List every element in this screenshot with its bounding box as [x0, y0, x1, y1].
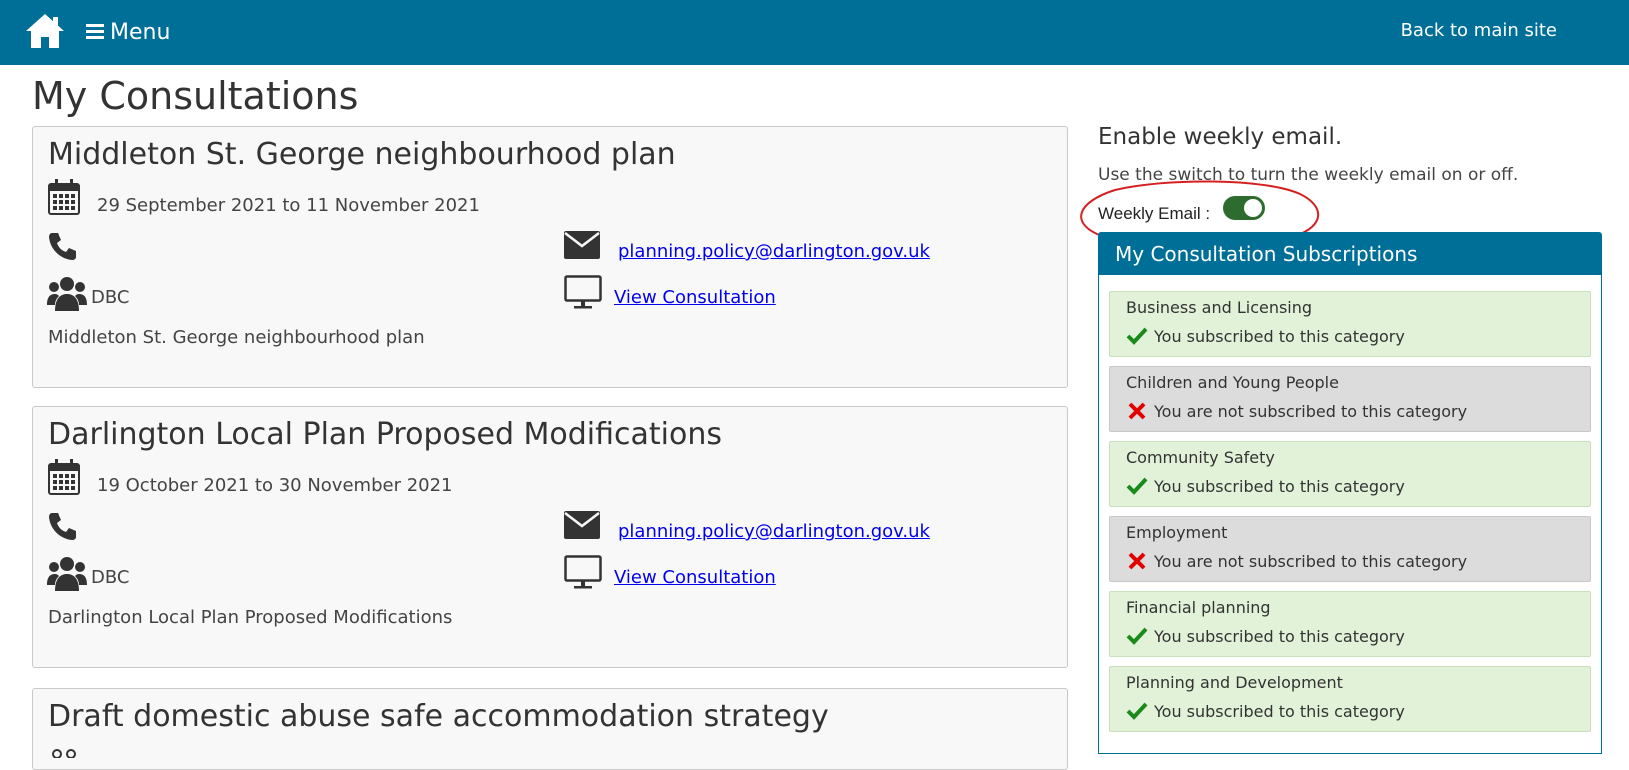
monitor-icon [564, 275, 602, 313]
subscription-status-text: You subscribed to this category [1154, 476, 1405, 496]
subscription-status-text: You subscribed to this category [1154, 626, 1405, 646]
consultation-card: Draft domestic abuse safe accommodation … [32, 688, 1068, 770]
home-icon[interactable] [24, 12, 66, 50]
consultation-dates: 29 September 2021 to 11 November 2021 [97, 195, 480, 216]
hamburger-icon [86, 20, 104, 45]
subscription-item[interactable]: Employment You are not subscribed to thi… [1109, 516, 1591, 582]
consultation-title: Middleton St. George neighbourhood plan [48, 137, 676, 172]
consultation-email-link[interactable]: planning.policy@darlington.gov.uk [618, 241, 930, 262]
menu-label: Menu [110, 19, 171, 45]
subscription-name: Financial planning [1126, 598, 1271, 617]
envelope-icon [564, 511, 600, 543]
envelope-icon [564, 231, 600, 263]
phone-icon [48, 511, 78, 545]
consultation-title: Draft domestic abuse safe accommodation … [48, 699, 829, 734]
calendar-icon [48, 179, 80, 219]
checkmark-icon [1126, 476, 1148, 496]
phone-icon [48, 231, 78, 265]
consultation-email-link[interactable]: planning.policy@darlington.gov.uk [618, 521, 930, 542]
consultation-description: Darlington Local Plan Proposed Modificat… [48, 607, 453, 628]
consultation-card: Darlington Local Plan Proposed Modificat… [32, 406, 1068, 668]
subscription-name: Planning and Development [1126, 673, 1343, 692]
subscription-status: You subscribed to this category [1126, 326, 1405, 346]
subscription-status: You are not subscribed to this category [1126, 551, 1467, 571]
subscription-name: Children and Young People [1126, 373, 1339, 392]
consultation-organisation: DBC [91, 567, 130, 588]
top-navbar: Menu Back to main site [0, 0, 1629, 65]
weekly-email-heading: Enable weekly email. [1098, 124, 1343, 150]
back-to-main-site-link[interactable]: Back to main site [1401, 20, 1557, 41]
subscription-status: You subscribed to this category [1126, 701, 1405, 721]
menu-button[interactable]: Menu [86, 18, 170, 46]
view-consultation-link[interactable]: View Consultation [614, 287, 776, 308]
subscription-item[interactable]: Financial planning You subscribed to thi… [1109, 591, 1591, 657]
users-icon [51, 743, 77, 762]
subscription-status-text: You are not subscribed to this category [1154, 551, 1468, 571]
view-consultation-link[interactable]: View Consultation [614, 567, 776, 588]
checkmark-icon [1126, 701, 1148, 721]
subscription-status: You subscribed to this category [1126, 476, 1405, 496]
checkmark-icon [1126, 326, 1148, 346]
subscription-name: Community Safety [1126, 448, 1275, 467]
consultation-dates: 19 October 2021 to 30 November 2021 [97, 475, 453, 496]
checkmark-icon [1126, 626, 1148, 646]
subscription-status-text: You subscribed to this category [1154, 326, 1405, 346]
subscription-name: Employment [1126, 523, 1228, 542]
consultation-description: Middleton St. George neighbourhood plan [48, 327, 425, 348]
subscription-item[interactable]: Planning and Development You subscribed … [1109, 666, 1591, 732]
subscription-status: You are not subscribed to this category [1126, 401, 1467, 421]
monitor-icon [564, 555, 602, 593]
page-title: My Consultations [32, 74, 359, 118]
subscription-status-text: You subscribed to this category [1154, 701, 1405, 721]
subscription-item[interactable]: Children and Young People You are not su… [1109, 366, 1591, 432]
consultation-title: Darlington Local Plan Proposed Modificat… [48, 417, 723, 452]
users-icon [47, 555, 87, 595]
subscription-item[interactable]: Business and Licensing You subscribed to… [1109, 291, 1591, 357]
consultation-organisation: DBC [91, 287, 130, 308]
subscription-item[interactable]: Community Safety You subscribed to this … [1109, 441, 1591, 507]
subscriptions-title: My Consultation Subscriptions [1099, 233, 1601, 275]
calendar-icon [48, 459, 80, 499]
subscription-status: You subscribed to this category [1126, 626, 1405, 646]
users-icon [47, 275, 87, 315]
subscription-name: Business and Licensing [1126, 298, 1313, 317]
subscriptions-panel: My Consultation Subscriptions Business a… [1098, 232, 1602, 754]
cross-icon [1126, 401, 1148, 421]
subscription-status-text: You are not subscribed to this category [1154, 401, 1468, 421]
consultation-card: Middleton St. George neighbourhood plan … [32, 126, 1068, 388]
cross-icon [1126, 551, 1148, 571]
